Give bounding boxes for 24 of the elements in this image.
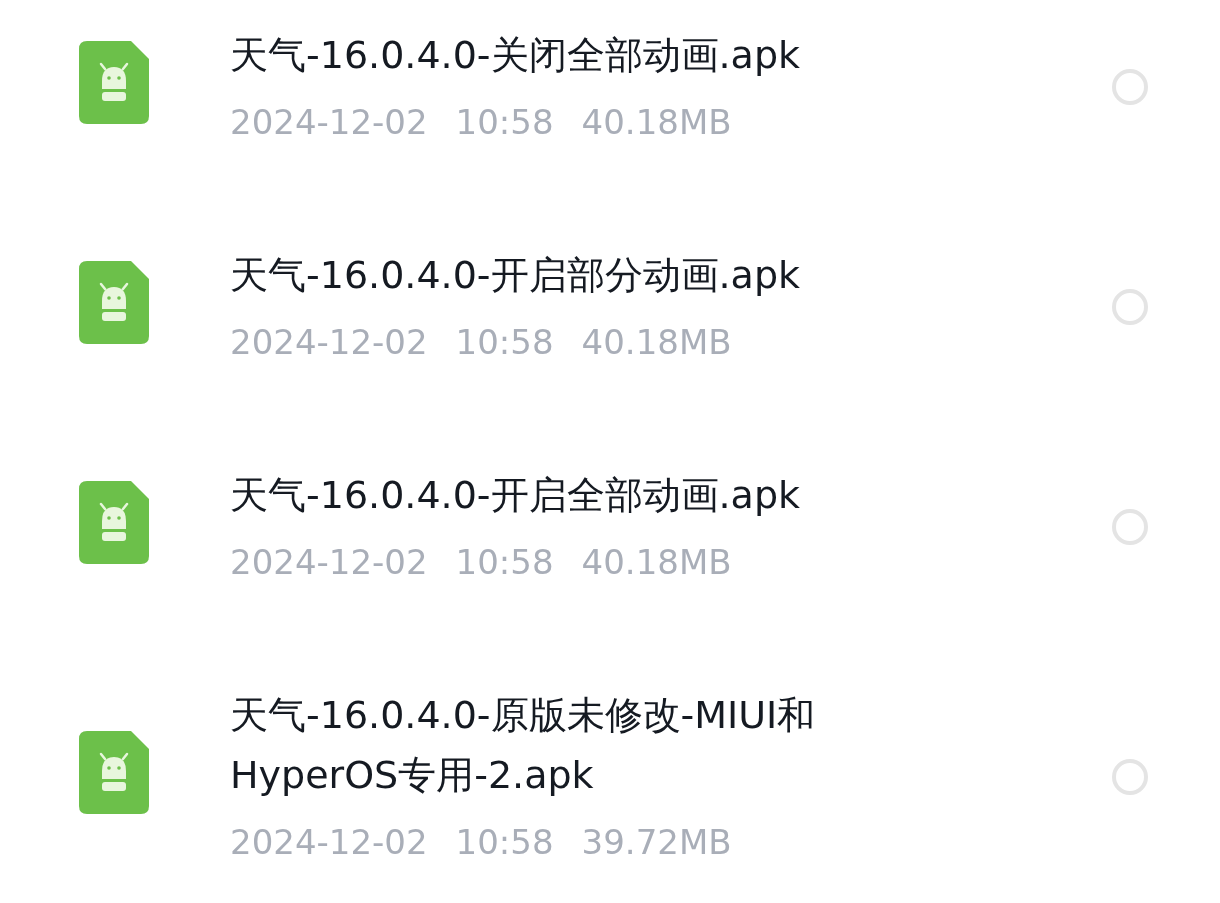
- android-file-icon: [79, 480, 149, 564]
- file-time: 10:58: [455, 541, 554, 584]
- android-file-icon: [79, 730, 149, 814]
- file-name: 天气-16.0.4.0-开启全部动画.apk: [230, 472, 802, 519]
- file-time: 10:58: [455, 101, 554, 144]
- select-radio[interactable]: [1112, 69, 1148, 105]
- file-size: 40.18MB: [581, 541, 732, 584]
- file-name: 天气-16.0.4.0-关闭全部动画.apk: [230, 32, 802, 79]
- select-radio[interactable]: [1112, 289, 1148, 325]
- file-date: 2024-12-02: [230, 541, 428, 584]
- android-file-icon: [79, 260, 149, 344]
- file-name: 天气-16.0.4.0-原版未修改-MIUI和HyperOS专用-2.apk: [230, 692, 817, 799]
- file-size: 40.18MB: [581, 321, 732, 364]
- file-name: 天气-16.0.4.0-开启部分动画.apk: [230, 252, 802, 299]
- file-size: 39.72MB: [581, 821, 732, 864]
- file-time: 10:58: [455, 321, 554, 364]
- file-date: 2024-12-02: [230, 321, 428, 364]
- file-date: 2024-12-02: [230, 821, 428, 864]
- file-date: 2024-12-02: [230, 101, 428, 144]
- file-time: 10:58: [455, 821, 554, 864]
- file-size: 40.18MB: [581, 101, 732, 144]
- select-radio[interactable]: [1112, 759, 1148, 795]
- select-radio[interactable]: [1112, 509, 1148, 545]
- android-file-icon: [79, 40, 149, 124]
